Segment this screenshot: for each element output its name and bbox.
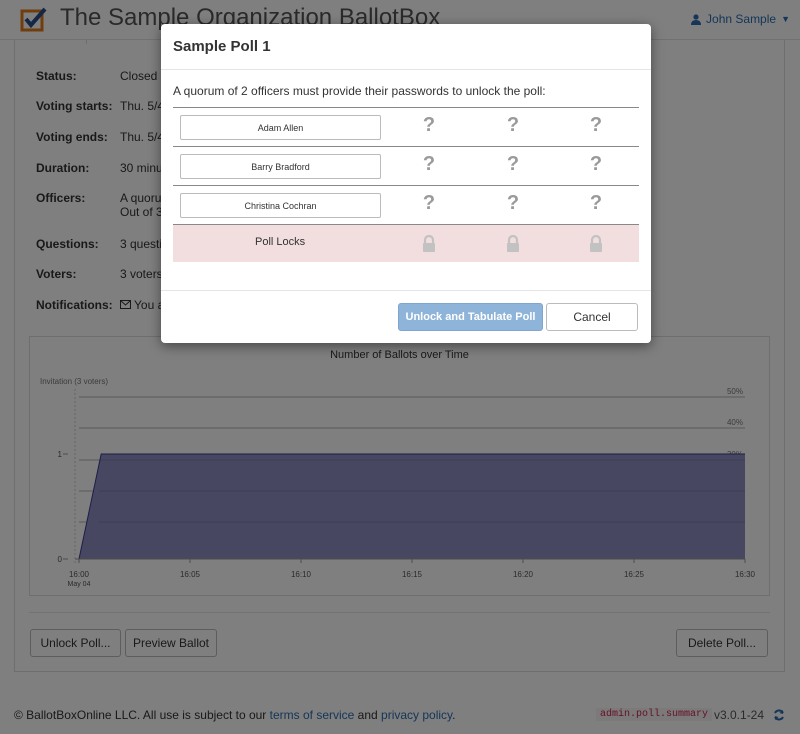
poll-locks-row: Poll Locks [173, 225, 639, 262]
unknown-icon: ? [506, 153, 520, 175]
officer-row: Adam Allen ? ? ? [173, 108, 639, 147]
unknown-icon: ? [589, 114, 603, 136]
lock-icon [507, 235, 519, 252]
modal-header: Sample Poll 1 [161, 24, 651, 70]
poll-locks-label: Poll Locks [255, 236, 306, 248]
quorum-text: A quorum of 2 officers must provide thei… [173, 84, 546, 98]
officer-button-barry-bradford[interactable]: Barry Bradford [180, 154, 381, 179]
lock-icon [423, 235, 435, 252]
officer-row: Barry Bradford ? ? ? [173, 147, 639, 186]
unknown-icon: ? [506, 114, 520, 136]
lock-icon [590, 235, 602, 252]
modal-body: A quorum of 2 officers must provide thei… [173, 70, 639, 262]
officer-table: Adam Allen ? ? ? Barry Bradford ? ? ? Ch… [173, 107, 639, 262]
officer-button-christina-cochran[interactable]: Christina Cochran [180, 193, 381, 218]
unknown-icon: ? [422, 153, 436, 175]
cancel-button[interactable]: Cancel [546, 303, 638, 331]
unknown-icon: ? [589, 192, 603, 214]
officer-row: Christina Cochran ? ? ? [173, 186, 639, 225]
unlock-poll-modal: Sample Poll 1 A quorum of 2 officers mus… [161, 24, 651, 343]
unknown-icon: ? [589, 153, 603, 175]
unlock-and-tabulate-button[interactable]: Unlock and Tabulate Poll [398, 303, 543, 331]
modal-footer: Unlock and Tabulate Poll Cancel [161, 290, 651, 343]
unknown-icon: ? [506, 192, 520, 214]
officer-button-adam-allen[interactable]: Adam Allen [180, 115, 381, 140]
unknown-icon: ? [422, 114, 436, 136]
unknown-icon: ? [422, 192, 436, 214]
modal-title: Sample Poll 1 [173, 38, 271, 55]
